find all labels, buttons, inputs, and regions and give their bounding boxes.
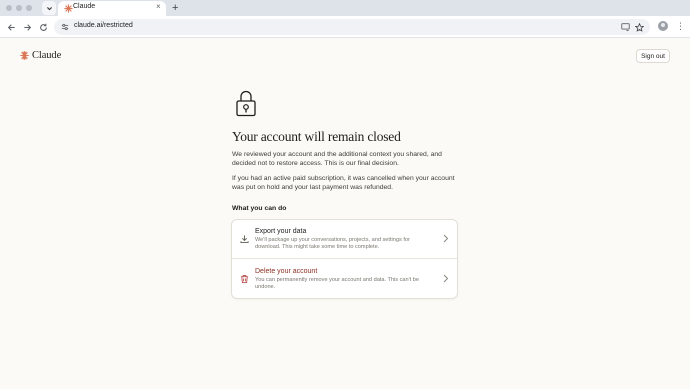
chevron-right-icon bbox=[443, 234, 449, 243]
page-content: Claude Sign out Your account will remain… bbox=[0, 39, 690, 389]
option-description: You can permanently remove your account … bbox=[255, 277, 420, 291]
browser-toolbar: claude.ai/restricted ⋮ bbox=[0, 16, 690, 38]
sign-out-button[interactable]: Sign out bbox=[636, 49, 670, 63]
address-bar[interactable]: claude.ai/restricted bbox=[54, 19, 650, 35]
browser-tab-bar: Claude × + bbox=[0, 0, 690, 16]
tab-close-icon[interactable]: × bbox=[156, 2, 161, 11]
star-icon bbox=[634, 22, 644, 32]
cast-button[interactable] bbox=[620, 22, 630, 32]
back-button[interactable] bbox=[4, 20, 18, 34]
logo-wordmark: Claude bbox=[32, 50, 62, 61]
window-maximize-button[interactable] bbox=[26, 5, 32, 11]
option-title: Export your data bbox=[255, 228, 307, 235]
screen-cast-icon bbox=[620, 23, 630, 31]
claude-logo[interactable]: Claude bbox=[20, 50, 61, 61]
claude-starburst-icon bbox=[20, 51, 29, 60]
trash-icon bbox=[240, 275, 249, 284]
bookmark-button[interactable] bbox=[634, 22, 644, 32]
forward-button[interactable] bbox=[20, 20, 34, 34]
padlock-icon bbox=[236, 90, 256, 117]
tab-search-button[interactable] bbox=[42, 1, 56, 15]
page-title: Your account will remain closed bbox=[232, 129, 401, 144]
download-icon bbox=[240, 235, 249, 244]
browser-tab-claude[interactable]: Claude × bbox=[58, 1, 166, 16]
site-settings-icon[interactable] bbox=[61, 23, 69, 31]
option-description: We'll package up your conversations, pro… bbox=[255, 237, 410, 251]
claude-favicon-icon bbox=[64, 4, 73, 13]
arrow-right-icon bbox=[23, 23, 31, 31]
export-data-option[interactable]: Export your data We'll package up your c… bbox=[232, 220, 457, 259]
delete-account-option[interactable]: Delete your account You can permanently … bbox=[232, 260, 457, 299]
window-minimize-button[interactable] bbox=[16, 5, 22, 11]
url-text[interactable]: claude.ai/restricted bbox=[74, 22, 133, 29]
option-title: Delete your account bbox=[255, 268, 318, 275]
chevron-right-icon bbox=[443, 274, 449, 283]
options-card: Export your data We'll package up your c… bbox=[231, 219, 458, 299]
reload-icon bbox=[39, 23, 47, 31]
window-close-button[interactable] bbox=[6, 5, 12, 11]
new-tab-button[interactable]: + bbox=[172, 0, 178, 16]
decision-paragraph: We reviewed your account and the additio… bbox=[232, 151, 442, 168]
options-section-label: What you can do bbox=[232, 205, 287, 212]
subscription-paragraph: If you had an active paid subscription, … bbox=[232, 175, 455, 192]
profile-avatar[interactable] bbox=[658, 21, 668, 31]
chevron-down-icon bbox=[46, 6, 52, 10]
reload-button[interactable] bbox=[36, 20, 50, 34]
tab-title: Claude bbox=[73, 3, 96, 10]
arrow-left-icon bbox=[7, 23, 15, 31]
browser-menu-button[interactable]: ⋮ bbox=[676, 21, 685, 31]
